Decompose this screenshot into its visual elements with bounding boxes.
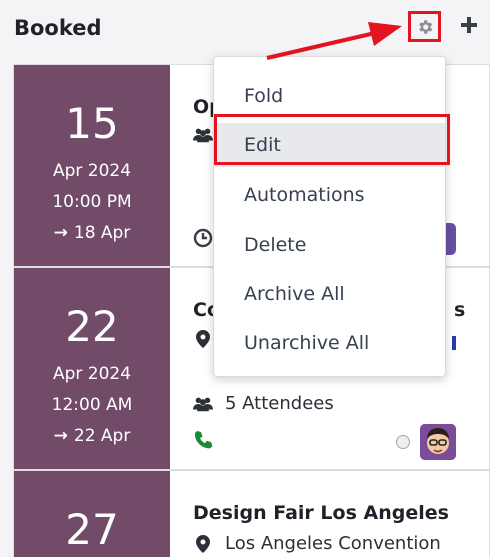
clock-icon[interactable]: [193, 228, 213, 248]
activity-line[interactable]: [193, 430, 225, 450]
attendees-count: 5 Attendees: [225, 393, 334, 414]
menu-item-archive-all[interactable]: Archive All: [214, 272, 445, 316]
menu-item-delete[interactable]: Delete: [214, 223, 445, 267]
event-location: Los Angeles Convention: [225, 533, 441, 554]
event-day: 22: [65, 302, 119, 351]
map-marker-icon: [193, 534, 213, 553]
truncated-text-edge: [452, 336, 456, 350]
annotation-arrow: [266, 22, 402, 60]
column-settings-menu: Fold Edit Automations Delete Archive All…: [213, 56, 446, 377]
location-line: Los Angeles Convention: [193, 533, 441, 554]
date-block: 22 Apr 2024 12:00 AM → 22 Apr: [14, 268, 170, 469]
event-day: 15: [65, 99, 119, 148]
users-icon: [193, 127, 213, 143]
map-marker-icon: [193, 330, 213, 348]
event-month: Apr 2024: [52, 364, 132, 384]
arrow-right-icon: →: [53, 426, 68, 446]
event-month: Apr 2024: [52, 161, 132, 181]
kanban-card[interactable]: 27 Design Fair Los Angeles Los Angeles C…: [13, 470, 490, 557]
menu-item-automations[interactable]: Automations: [214, 173, 445, 217]
menu-item-fold[interactable]: Fold: [214, 74, 445, 118]
users-icon: [193, 396, 213, 412]
event-title-tail[interactable]: s: [454, 299, 465, 321]
phone-icon[interactable]: [193, 430, 213, 450]
event-time: 12:00 AM: [51, 395, 133, 415]
arrow-right-icon: →: [53, 223, 68, 243]
kanban-state-toggle[interactable]: [396, 435, 410, 449]
date-block: 15 Apr 2024 10:00 PM → 18 Apr: [14, 65, 170, 266]
avatar[interactable]: [420, 424, 456, 460]
edit-highlight-box: [214, 114, 450, 165]
event-day: 27: [65, 505, 119, 554]
date-block: 27: [14, 471, 170, 557]
menu-item-unarchive-all[interactable]: Unarchive All: [214, 321, 445, 365]
event-time: 10:00 PM: [52, 192, 132, 212]
attendees-line: 5 Attendees: [193, 393, 334, 414]
event-end: → 22 Apr: [53, 426, 131, 446]
event-title[interactable]: Design Fair Los Angeles: [193, 502, 449, 524]
event-end: → 18 Apr: [53, 223, 131, 243]
